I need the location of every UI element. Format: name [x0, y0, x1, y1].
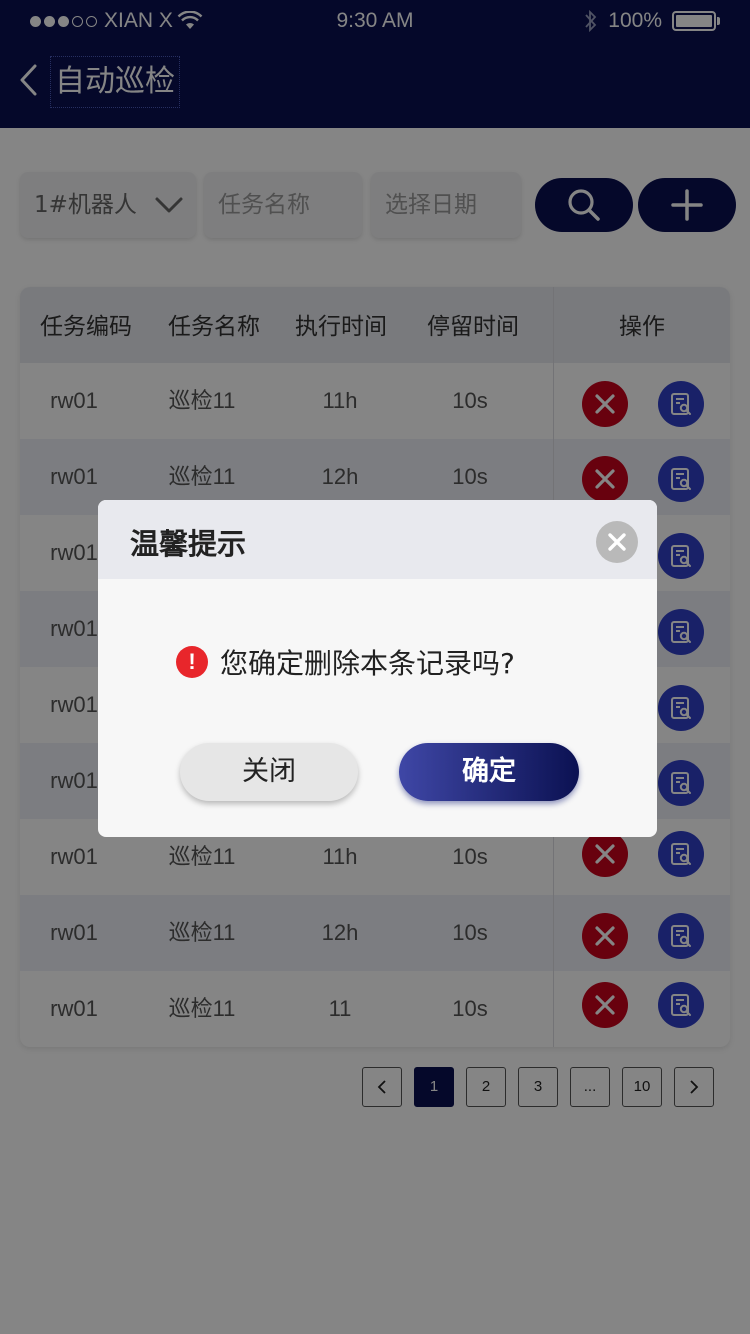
- dialog-header: 温馨提示: [98, 500, 657, 579]
- close-icon: [608, 533, 626, 551]
- warning-icon: !: [176, 646, 208, 678]
- dialog-close-button[interactable]: [596, 521, 638, 563]
- dialog-message: ! 您确定删除本条记录吗?: [176, 640, 515, 684]
- confirm-dialog: 温馨提示 ! 您确定删除本条记录吗? 关闭 确定: [98, 500, 657, 837]
- dialog-cancel-button[interactable]: 关闭: [180, 743, 358, 801]
- dialog-message-text: 您确定删除本条记录吗?: [220, 647, 515, 680]
- dialog-confirm-button[interactable]: 确定: [399, 743, 579, 801]
- dialog-title: 温馨提示: [130, 527, 247, 561]
